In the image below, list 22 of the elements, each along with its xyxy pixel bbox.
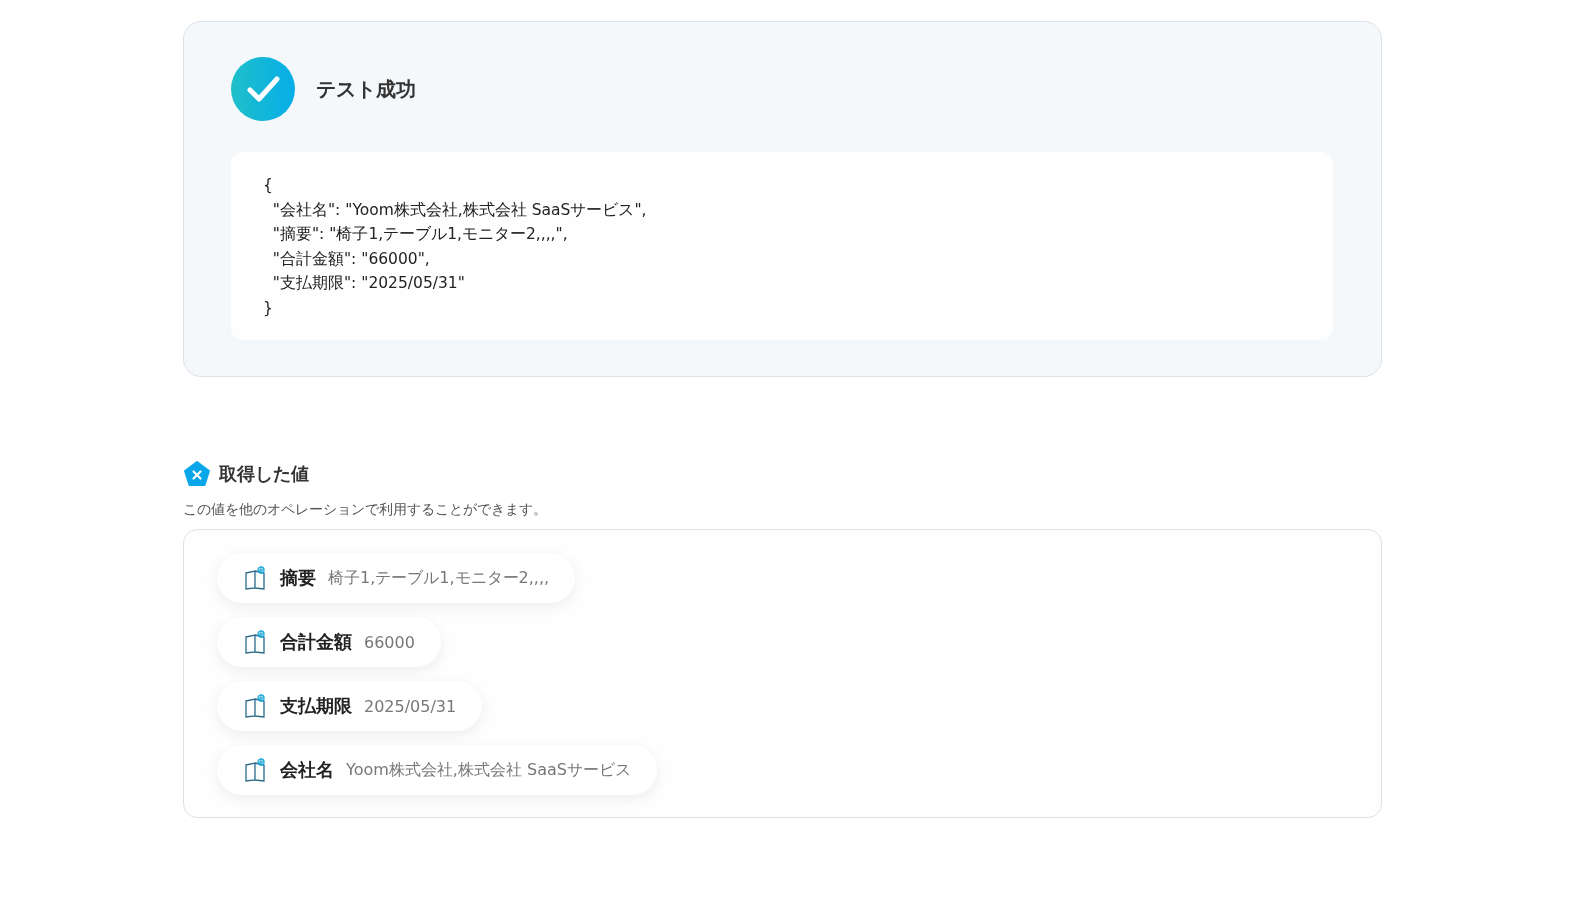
section-title: 取得した値: [219, 462, 309, 486]
book-icon: [244, 566, 268, 590]
value-text: 66000: [364, 632, 415, 652]
value-chip[interactable]: 会社名 Yoom株式会社,株式会社 SaaSサービス: [217, 745, 657, 795]
section-description: この値を他のオペレーションで利用することができます。: [183, 501, 548, 519]
book-icon: [244, 630, 268, 654]
value-label: 摘要: [280, 566, 316, 590]
success-title: テスト成功: [316, 75, 416, 103]
value-chip[interactable]: 摘要 椅子1,テーブル1,モニター2,,,,: [217, 553, 576, 603]
json-output-block: { "会社名": "Yoom株式会社,株式会社 SaaSサービス", "摘要": "椅子1,テーブル1,モニター2,,,,", "合計金額": "66000", "支払期限": "2025/05/31" }: [231, 152, 1333, 340]
pentagon-x-icon: [183, 460, 211, 488]
book-icon: [244, 758, 268, 782]
value-label: 会社名: [280, 758, 334, 782]
value-label: 支払期限: [280, 694, 352, 718]
value-label: 合計金額: [280, 630, 352, 654]
book-icon: [244, 694, 268, 718]
checkmark-icon: [231, 57, 295, 121]
value-chip[interactable]: 合計金額 66000: [217, 617, 441, 667]
value-chip[interactable]: 支払期限 2025/05/31: [217, 681, 483, 731]
value-text: 椅子1,テーブル1,モニター2,,,,: [328, 567, 550, 589]
value-text: Yoom株式会社,株式会社 SaaSサービス: [346, 759, 631, 781]
value-text: 2025/05/31: [364, 696, 457, 716]
